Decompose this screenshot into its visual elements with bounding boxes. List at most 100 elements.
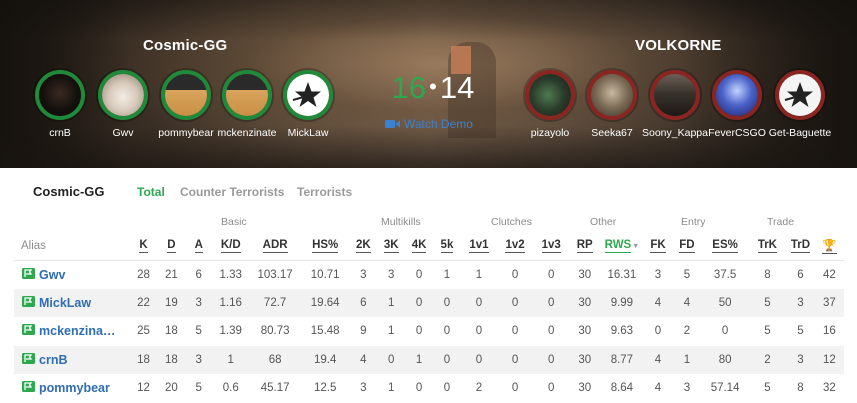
flag-icon: [22, 352, 35, 364]
stat-cell: 1: [475, 268, 483, 281]
watch-demo-link[interactable]: Watch Demo: [385, 117, 473, 131]
stat-cell: 0: [497, 288, 534, 317]
player-profile-link[interactable]: Gwv: [39, 268, 65, 282]
stat-cell: 12: [137, 382, 150, 395]
player-card-fevercsgo[interactable]: FeverCSGO: [708, 70, 766, 139]
table-row: pommybear 12 20 5 0.6 45.17 12.5 3 1 0 0 2 0 0 30 8.64 4…: [14, 374, 844, 403]
stat-cell: 8.64: [610, 382, 634, 395]
column-header[interactable]: FK: [643, 232, 673, 261]
stat-cell: 0: [377, 345, 406, 374]
player-card-soony-kappa[interactable]: Soony_Kappa: [642, 70, 708, 139]
column-header[interactable]: 3K: [377, 232, 406, 261]
stat-cell: 0: [533, 345, 570, 374]
player-stats-table: Alias K D A K/D ADR HS% 2K 3K 4K 5k 1v1 …: [14, 232, 844, 403]
player-profile-link[interactable]: pommybear: [39, 381, 110, 395]
column-header-sorted[interactable]: RWS▼: [600, 232, 644, 261]
tab-terrorists[interactable]: Terrorists: [297, 185, 352, 199]
table-row: MickLaw 22 19 3 1.16 72.7 19.64 6 1 0 0 0 0 0 30 9.99 4 4…: [14, 288, 844, 317]
stat-cell: 37.5: [713, 268, 737, 281]
right-team-name[interactable]: VOLKORNE: [635, 37, 722, 54]
stat-cell: 0: [547, 268, 555, 281]
stat-cell: 0: [511, 268, 519, 281]
group-entry: Entry: [681, 216, 706, 228]
stat-cell: 50: [701, 288, 749, 317]
stat-cell: 12: [814, 345, 844, 374]
column-header[interactable]: 4K: [405, 232, 434, 261]
player-card-pizayolo[interactable]: pizayolo: [522, 70, 578, 139]
stats-team-name: Cosmic-GG: [33, 184, 105, 199]
stat-cell: 1.33: [219, 268, 242, 281]
stat-cell: 1: [388, 382, 395, 395]
stat-cell: 10.71: [310, 268, 340, 281]
column-header[interactable]: FD: [672, 232, 702, 261]
player-card-seeka67[interactable]: Seeka67: [584, 70, 640, 139]
column-header[interactable]: HS%: [300, 232, 350, 261]
stat-cell: 22: [129, 288, 158, 317]
column-header[interactable]: K: [129, 232, 158, 261]
star-icon: [287, 74, 329, 116]
column-header[interactable]: A: [185, 232, 213, 261]
stat-cell: 1.16: [212, 288, 250, 317]
stat-cell: 20: [165, 382, 178, 395]
stat-cell: 1: [672, 345, 702, 374]
match-score: 16 •14: [380, 70, 486, 106]
stat-cell: 1: [377, 288, 406, 317]
player-card-crnb[interactable]: crnB: [32, 70, 88, 139]
stat-cell: 5: [797, 325, 804, 338]
player-card-gwv[interactable]: Gwv: [95, 70, 151, 139]
stat-cell: 3: [360, 382, 367, 395]
column-header[interactable]: 1v1: [460, 232, 497, 261]
tab-counter-terrorists[interactable]: Counter Terrorists: [180, 185, 284, 199]
player-alias-cell: MickLaw: [14, 288, 130, 317]
dark-photo-avatar: [35, 70, 85, 120]
column-header[interactable]: ES%: [701, 232, 749, 261]
hamster-avatar: [98, 70, 148, 120]
stat-cell: 80.73: [260, 325, 290, 338]
stat-cell: 4: [643, 345, 673, 374]
column-header[interactable]: 1v2: [497, 232, 534, 261]
star-icon: [779, 74, 821, 116]
stat-cell: 2: [475, 382, 483, 395]
stat-cell: 18: [157, 345, 186, 374]
stat-cell: 0: [533, 288, 570, 317]
match-banner: Cosmic-GG VOLKORNE crnB Gwv pommybear mc…: [0, 0, 857, 168]
stat-cell: 2: [683, 325, 691, 338]
tab-total[interactable]: Total: [137, 185, 165, 199]
stat-cell: 0: [443, 382, 451, 395]
column-header-alias: Alias: [14, 232, 130, 261]
column-header[interactable]: K/D: [212, 232, 250, 261]
dog-with-cap-avatar: [161, 70, 211, 120]
column-header[interactable]: 5k: [433, 232, 461, 261]
table-row: Gwv 28 21 6 1.33 103.17 10.71 3 3 0 1 1 0 0 30 16.31 3 5 3…: [14, 260, 844, 289]
player-profile-link[interactable]: mckenzina…: [39, 324, 115, 338]
column-header[interactable]: TrK: [748, 232, 786, 261]
video-camera-icon: [385, 120, 400, 128]
stat-cell: 42: [823, 268, 836, 281]
group-multikills: Multikills: [381, 216, 421, 228]
column-header[interactable]: ADR: [249, 232, 301, 261]
watch-demo-label: Watch Demo: [404, 117, 473, 131]
player-card-pommybear[interactable]: pommybear: [158, 70, 214, 139]
stat-cell: 0: [443, 325, 451, 338]
column-header[interactable]: TrD: [785, 232, 815, 261]
stat-cell: 8: [797, 382, 804, 395]
stat-cell: 68: [249, 345, 301, 374]
column-header[interactable]: 2K: [349, 232, 378, 261]
player-profile-link[interactable]: MickLaw: [39, 296, 91, 310]
player-card-micklaw[interactable]: MickLaw: [280, 70, 336, 139]
stat-cell: 0: [433, 345, 461, 374]
player-alias-cell: mckenzina…: [14, 317, 130, 346]
left-score: 16: [391, 70, 427, 105]
stat-cell: 9.99: [600, 288, 644, 317]
column-header[interactable]: D: [157, 232, 186, 261]
column-header[interactable]: 1v3: [533, 232, 570, 261]
player-card-mckenzinate[interactable]: mckenzinate: [218, 70, 276, 139]
player-profile-link[interactable]: crnB: [39, 353, 67, 367]
player-card-get-baguette[interactable]: Get-Baguette: [769, 70, 831, 139]
stat-cell: 4: [349, 345, 378, 374]
stat-cell: 30: [578, 268, 592, 281]
table-row: mckenzina… 25 18 5 1.39 80.73 15.48 9 1 0 0 0 0 0 30 9.…: [14, 317, 844, 346]
column-header[interactable]: RP: [569, 232, 601, 261]
left-team-name[interactable]: Cosmic-GG: [143, 37, 227, 54]
trophy-icon[interactable]: 🏆: [814, 232, 844, 261]
